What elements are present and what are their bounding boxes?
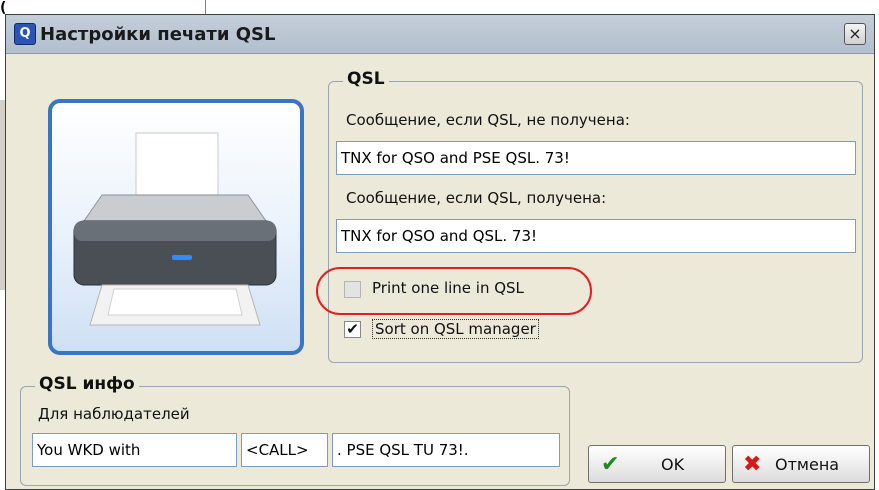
ok-button-label: OK <box>661 455 685 474</box>
msg-received-label: Сообщение, если QSL, получена: <box>346 189 607 207</box>
printer-illustration <box>48 99 304 355</box>
observers-label: Для наблюдателей <box>38 405 190 423</box>
info-field-suffix[interactable]: . PSE QSL TU 73!. <box>332 433 560 467</box>
print-one-line-checkbox[interactable] <box>344 281 361 298</box>
background-divider <box>205 0 206 14</box>
sort-manager-label[interactable]: Sort on QSL manager <box>372 319 539 339</box>
title-bar[interactable]: Q Настройки печати QSL × <box>6 15 874 54</box>
qsl-group-title: QSL <box>343 69 389 89</box>
window-title: Настройки печати QSL <box>40 24 276 45</box>
app-icon: Q <box>14 23 36 45</box>
print-one-line-label[interactable]: Print one line in QSL <box>372 279 524 297</box>
msg-received-field[interactable]: TNX for QSO and QSL. 73! <box>336 219 856 253</box>
check-icon: ✔ <box>601 452 620 477</box>
printer-icon <box>73 132 277 326</box>
background-strip: ( <box>0 0 879 16</box>
cross-icon: ✖ <box>743 452 762 477</box>
cancel-button-label: Отмена <box>775 455 840 474</box>
info-field-prefix[interactable]: You WKD with <box>32 433 237 467</box>
ok-button[interactable]: ✔ OK <box>588 445 726 483</box>
cancel-button[interactable]: ✖ Отмена <box>732 445 870 483</box>
msg-not-received-label: Сообщение, если QSL, не получена: <box>346 111 630 129</box>
sort-manager-checkbox[interactable]: ✔ <box>344 321 361 338</box>
info-field-call[interactable]: <CALL> <box>241 433 328 467</box>
qsl-print-settings-dialog: Q Настройки печати QSL × QSL Сообщение, … <box>5 14 875 490</box>
msg-not-received-field[interactable]: TNX for QSO and PSE QSL. 73! <box>336 141 856 175</box>
close-button[interactable]: × <box>844 23 866 45</box>
qsl-info-title: QSL инфо <box>35 374 139 394</box>
